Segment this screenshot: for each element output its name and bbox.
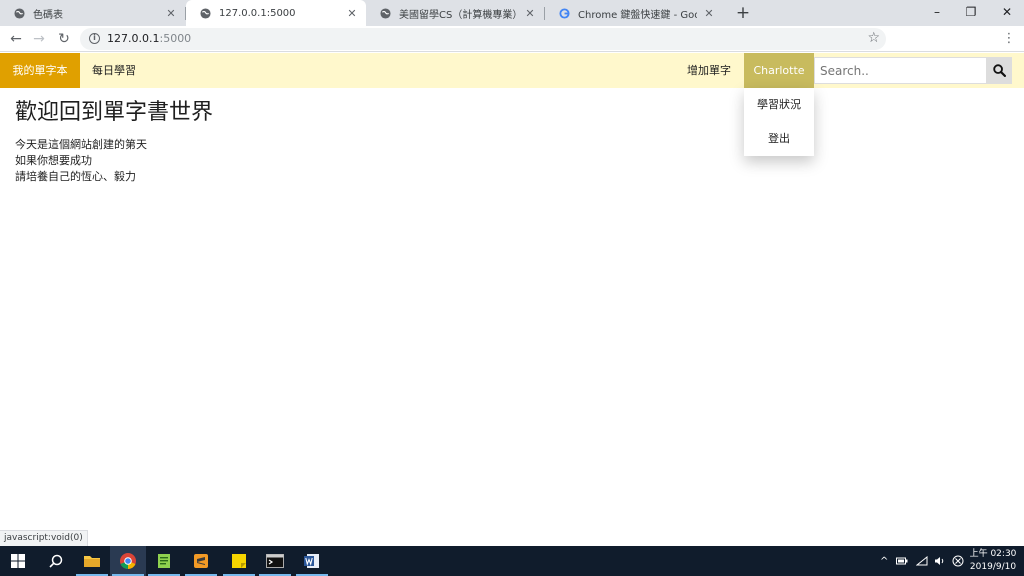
back-button[interactable]: ← — [5, 26, 27, 52]
notepad-icon — [158, 554, 170, 568]
info-icon[interactable]: i — [89, 33, 100, 44]
sticky-notes-taskbar-button[interactable] — [221, 546, 257, 576]
dropdown-logout[interactable]: 登出 — [744, 122, 814, 156]
content-line: 今天是這個網站創建的第天 — [15, 138, 147, 151]
notification-off-icon[interactable] — [952, 555, 964, 567]
windows-icon — [11, 554, 25, 568]
editor-taskbar-button[interactable] — [146, 546, 182, 576]
url-port: :5000 — [159, 32, 192, 45]
search-icon — [992, 64, 1006, 77]
tab-title: Chrome 鍵盤快速鍵 - Google Ch — [578, 9, 697, 21]
new-tab-button[interactable]: + — [733, 3, 753, 23]
globe-icon — [380, 7, 391, 19]
nav-add-word[interactable]: 增加單字 — [687, 53, 731, 88]
minimize-button[interactable]: – — [920, 0, 954, 26]
close-icon[interactable]: ✕ — [703, 7, 715, 20]
taskbar-clock[interactable]: 上午 02:30 2019/9/10 — [964, 548, 1022, 574]
search-button[interactable] — [986, 57, 1012, 84]
start-button[interactable] — [0, 546, 36, 576]
globe-icon — [200, 7, 211, 19]
file-explorer-button[interactable] — [74, 546, 110, 576]
status-bar: javascript:void(0) — [0, 530, 88, 546]
folder-icon — [84, 556, 100, 567]
word-icon — [304, 554, 319, 568]
terminal-icon — [266, 554, 284, 568]
browser-tab-strip: 色碼表 ✕ 127.0.0.1:5000 ✕ 美國留學CS（計算機專業）專業 ✕… — [0, 0, 1024, 26]
browser-tab-3[interactable]: 美國留學CS（計算機專業）專業 ✕ — [366, 0, 544, 26]
url-host: 127.0.0.1 — [107, 32, 160, 45]
system-tray: ^ — [880, 546, 964, 576]
chrome-taskbar-button[interactable] — [110, 546, 146, 576]
brand-link[interactable]: 我的單字本 — [0, 53, 80, 88]
content-line: 如果你想要成功 — [15, 154, 92, 167]
sticky-notes-icon — [232, 554, 246, 568]
globe-icon — [14, 7, 25, 19]
browser-tab-2[interactable]: 127.0.0.1:5000 ✕ — [186, 0, 366, 26]
taskbar: ^ 上午 02:30 2019/9/10 — [0, 546, 1024, 576]
search-input[interactable] — [814, 57, 986, 84]
search-taskbar-button[interactable] — [38, 546, 74, 576]
battery-icon[interactable] — [896, 556, 908, 566]
restore-button[interactable]: ❐ — [954, 0, 988, 26]
user-menu-button[interactable]: Charlotte — [744, 53, 814, 88]
chevron-up-icon[interactable]: ^ — [880, 556, 888, 567]
browser-tab-4[interactable]: Chrome 鍵盤快速鍵 - Google Ch ✕ — [545, 0, 723, 26]
forward-button[interactable]: → — [28, 26, 50, 52]
welcome-text: 今天是這個網站創建的第天 如果你想要成功 請培養自己的恆心、毅力 — [15, 137, 147, 185]
dropdown-learning-status[interactable]: 學習狀況 — [744, 88, 814, 122]
reload-button[interactable]: ↻ — [53, 26, 75, 52]
url-text: 127.0.0.1:5000 — [107, 32, 191, 45]
user-dropdown: 學習狀況 登出 — [744, 88, 814, 156]
close-window-button[interactable]: ✕ — [990, 0, 1024, 26]
sublime-taskbar-button[interactable] — [183, 546, 219, 576]
word-taskbar-button[interactable] — [294, 546, 330, 576]
page-title: 歡迎回到單字書世界 — [15, 100, 214, 125]
close-icon[interactable]: ✕ — [346, 7, 358, 20]
search-icon — [49, 554, 63, 568]
site-navbar: 我的單字本 每日學習 增加單字 Charlotte — [0, 53, 1024, 88]
browser-toolbar: ← → ↻ i 127.0.0.1:5000 ☆ ⋮ — [0, 26, 1024, 72]
browser-menu-icon[interactable]: ⋮ — [998, 26, 1020, 52]
close-icon[interactable]: ✕ — [524, 7, 536, 20]
close-icon[interactable]: ✕ — [165, 7, 177, 20]
google-icon — [559, 7, 570, 19]
tab-title: 美國留學CS（計算機專業）專業 — [399, 9, 518, 21]
clock-date: 2019/9/10 — [969, 562, 1017, 572]
clock-time: 上午 02:30 — [969, 549, 1017, 559]
tab-title: 色碼表 — [33, 9, 63, 21]
wifi-icon[interactable] — [916, 556, 928, 566]
tab-title: 127.0.0.1:5000 — [219, 7, 296, 19]
browser-tab-1[interactable]: 色碼表 ✕ — [0, 0, 185, 26]
content-line: 請培養自己的恆心、毅力 — [15, 170, 136, 183]
terminal-taskbar-button[interactable] — [257, 546, 293, 576]
chrome-icon — [120, 553, 136, 570]
sublime-icon — [194, 554, 208, 568]
address-bar[interactable]: i 127.0.0.1:5000 ☆ — [80, 28, 886, 50]
volume-icon[interactable] — [934, 556, 946, 566]
nav-daily-study[interactable]: 每日學習 — [92, 53, 136, 88]
bookmark-star-icon[interactable]: ☆ — [867, 30, 880, 46]
